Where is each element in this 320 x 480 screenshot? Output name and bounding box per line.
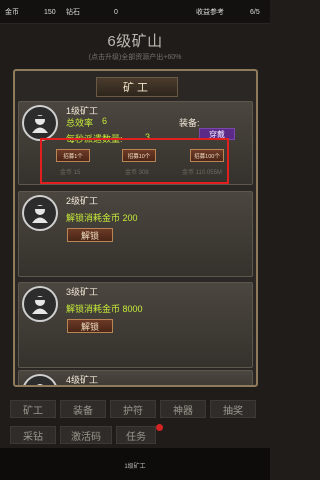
unlock-button[interactable]: 解锁 xyxy=(67,228,113,242)
tab-miners[interactable]: 矿工 xyxy=(10,400,56,418)
nav-row-1: 矿工 装备 护符 神器 抽奖 xyxy=(10,400,260,418)
miner-card-2: 2级矿工 解锁消耗金币 200 解锁 xyxy=(18,191,253,277)
equip-label: 装备: xyxy=(179,118,200,128)
tutorial-highlight xyxy=(40,138,229,184)
tab-amulet[interactable]: 护符 xyxy=(110,400,156,418)
tab-diamond-mining[interactable]: 采钻 xyxy=(10,426,56,444)
miner-avatar-icon xyxy=(22,286,58,322)
gold-value: 150 xyxy=(44,8,56,16)
footer-label: 1级矿工 xyxy=(124,464,146,470)
efficiency-value: 6 xyxy=(102,116,108,126)
nav-row-2: 采钻 激活码 任务 xyxy=(10,426,260,444)
tab-artifact[interactable]: 神器 xyxy=(160,400,206,418)
tab-equipment[interactable]: 装备 xyxy=(60,400,106,418)
unlock-button[interactable]: 解锁 xyxy=(67,319,113,333)
income-value: 6/5 xyxy=(250,8,260,16)
tab-activation-code[interactable]: 激活码 xyxy=(60,426,112,444)
efficiency-label: 总效率 xyxy=(66,118,94,128)
tasks-notification-badge xyxy=(156,424,163,431)
miner-level: 3级矿工 xyxy=(66,287,99,297)
footer-bar: 1级矿工 xyxy=(0,448,270,480)
mine-title[interactable]: 6级矿山 xyxy=(0,30,270,51)
tab-lottery[interactable]: 抽奖 xyxy=(210,400,256,418)
mine-subtitle: (点击升级)全部资源产出+60% xyxy=(88,54,182,61)
mine-header[interactable]: 6级矿山 (点击升级)全部资源产出+60% xyxy=(0,30,270,62)
gold-label: 金币 xyxy=(5,9,19,16)
income-label: 收益参考 xyxy=(196,9,224,16)
miners-panel: 矿工 1级矿工 总效率 6 装备: 穿戴 每秒派遣数量: 3 招募1个 招募10… xyxy=(13,69,258,387)
miner-card-3: 3级矿工 解锁消耗金币 8000 解锁 xyxy=(18,282,253,368)
miner-level: 2级矿工 xyxy=(66,196,99,206)
diamond-value: 0 xyxy=(114,8,118,16)
miner-avatar-icon xyxy=(22,374,58,385)
tab-tasks[interactable]: 任务 xyxy=(116,426,156,444)
miner-card-4: 4级矿工 xyxy=(18,370,253,385)
miner-avatar-icon xyxy=(22,195,58,231)
miner-avatar-icon xyxy=(22,105,58,141)
panel-title: 矿工 xyxy=(96,77,178,97)
miner-level: 4级矿工 xyxy=(66,375,99,385)
resource-bar: 金币 150 钻石 0 收益参考 6/5 xyxy=(0,0,270,24)
diamond-label: 钻石 xyxy=(66,9,80,16)
unlock-cost-text: 解锁消耗金币 200 xyxy=(66,213,138,223)
unlock-cost-text: 解锁消耗金币 8000 xyxy=(66,304,143,314)
